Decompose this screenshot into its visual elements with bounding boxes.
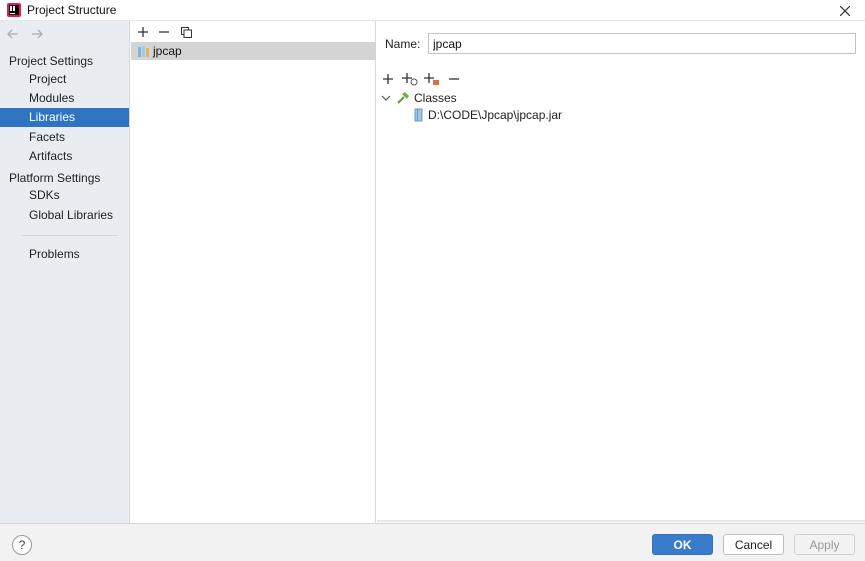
sidebar-divider	[22, 235, 118, 236]
sidebar-item-project[interactable]: Project	[0, 70, 129, 89]
library-icon	[137, 44, 151, 58]
add-root-button[interactable]	[379, 71, 397, 87]
help-button[interactable]: ?	[12, 535, 32, 555]
chevron-down-icon[interactable]	[381, 93, 391, 103]
add-classes-button[interactable]	[401, 71, 419, 87]
remove-library-button[interactable]	[156, 24, 172, 40]
sidebar-item-libraries[interactable]: Libraries	[0, 108, 129, 127]
tree-node-jar[interactable]: D:\CODE\Jpcap\jpcap.jar	[414, 106, 562, 123]
libraries-toolbar	[131, 21, 376, 42]
minus-icon	[449, 78, 459, 80]
tree-node-classes-label: Classes	[414, 90, 457, 105]
copy-icon	[180, 26, 192, 38]
forward-button[interactable]	[30, 27, 44, 41]
library-detail-panel: Name: jpcap Classes D:\CODE\Jpcap\jpcap.…	[377, 21, 865, 523]
intellij-app-icon	[7, 3, 21, 17]
hammer-icon	[397, 91, 409, 104]
ok-button[interactable]: OK	[652, 534, 713, 555]
tree-node-jar-label: D:\CODE\Jpcap\jpcap.jar	[428, 107, 563, 122]
group-platform-settings: Platform Settings	[9, 171, 101, 185]
copy-library-button[interactable]	[178, 24, 194, 40]
nav-arrows	[6, 27, 44, 41]
sidebar-item-sdks[interactable]: SDKs	[0, 186, 129, 205]
roots-toolbar	[377, 71, 865, 89]
add-library-button[interactable]	[135, 24, 151, 40]
settings-sidebar: Project Settings Project Modules Librari…	[0, 21, 130, 523]
remove-root-button[interactable]	[445, 71, 463, 87]
sidebar-item-artifacts[interactable]: Artifacts	[0, 147, 129, 166]
arrow-left-icon	[7, 29, 18, 39]
minus-icon	[159, 31, 169, 33]
detail-bottom-divider	[377, 520, 865, 522]
name-label: Name:	[385, 37, 421, 51]
plus-with-classes-icon	[402, 73, 418, 86]
name-field[interactable]	[428, 33, 856, 54]
library-name: jpcap	[153, 44, 182, 58]
apply-button[interactable]: Apply	[794, 534, 855, 555]
plus-icon	[383, 74, 393, 84]
back-button[interactable]	[6, 27, 20, 41]
sidebar-item-problems[interactable]: Problems	[0, 245, 129, 264]
arrow-right-icon	[32, 29, 43, 39]
plus-with-sources-icon	[424, 73, 439, 85]
plus-icon	[138, 27, 148, 37]
group-project-settings: Project Settings	[9, 54, 94, 68]
library-list-item[interactable]: jpcap	[131, 42, 376, 60]
dialog-footer: ? OK Cancel Apply	[0, 523, 865, 561]
sidebar-item-modules[interactable]: Modules	[0, 89, 129, 108]
libraries-list-panel: jpcap	[131, 21, 376, 523]
cancel-button[interactable]: Cancel	[723, 534, 784, 555]
sidebar-item-global-libraries[interactable]: Global Libraries	[0, 206, 129, 225]
close-button[interactable]	[825, 0, 865, 21]
add-sources-button[interactable]	[423, 71, 441, 87]
sidebar-item-facets[interactable]: Facets	[0, 128, 129, 147]
title-bar: Project Structure	[0, 0, 865, 21]
close-icon	[840, 5, 850, 16]
window-title: Project Structure	[27, 3, 117, 17]
help-icon: ?	[18, 538, 26, 552]
jar-icon	[414, 108, 423, 121]
tree-node-classes[interactable]: Classes	[381, 89, 457, 106]
